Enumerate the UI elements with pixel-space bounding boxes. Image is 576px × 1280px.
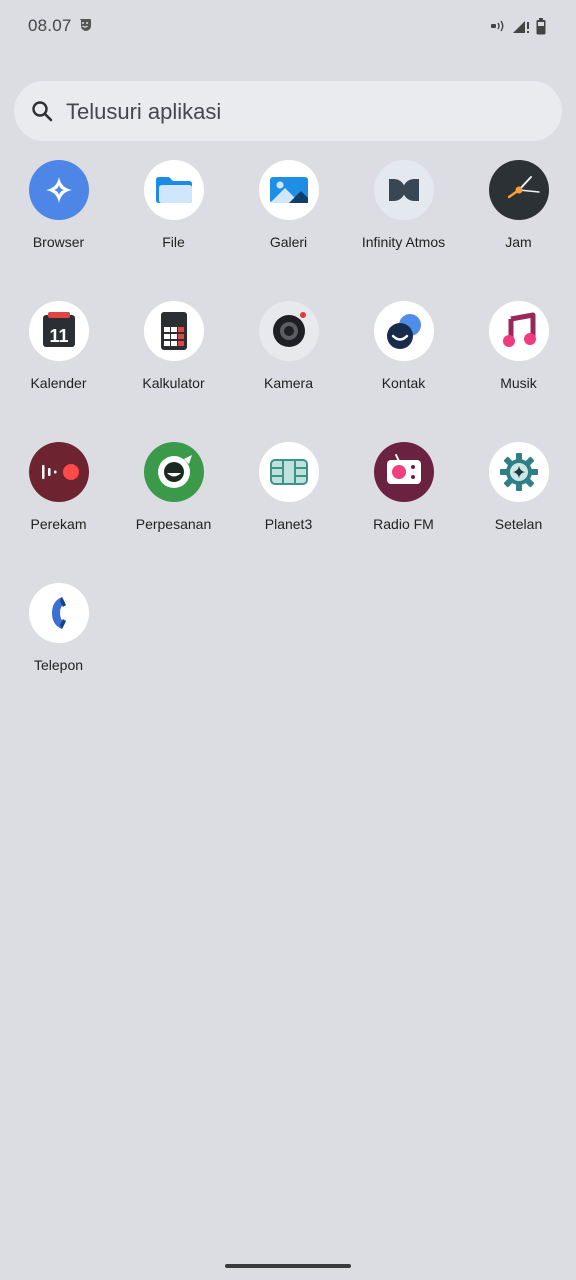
nfc-icon (491, 20, 504, 32)
app-label: Perpesanan (135, 516, 212, 532)
app-musik[interactable]: Musik (461, 301, 576, 421)
app-file[interactable]: File (116, 160, 231, 280)
app-infinity-atmos[interactable]: Infinity Atmos (346, 160, 461, 280)
camera-icon (258, 301, 319, 361)
radio-icon (373, 442, 434, 502)
calendar-day: 11 (49, 326, 68, 346)
app-perpesanan[interactable]: Perpesanan (116, 442, 231, 562)
app-label: File (162, 234, 185, 250)
app-kontak[interactable]: Kontak (346, 301, 461, 421)
app-kalkulator[interactable]: Kalkulator (116, 301, 231, 421)
music-icon (488, 301, 549, 361)
app-label: Telepon (33, 657, 84, 673)
app-label: Setelan (494, 516, 543, 532)
app-label: Kalender (30, 375, 87, 391)
sim-card-icon (258, 442, 319, 502)
search-bar[interactable]: Telusuri aplikasi (14, 81, 562, 141)
app-label: Kontak (381, 375, 426, 391)
app-label: Infinity Atmos (361, 234, 446, 250)
app-kalender[interactable]: 11 Kalender (1, 301, 116, 421)
app-browser[interactable]: Browser (1, 160, 116, 280)
app-label: Planet3 (264, 516, 313, 532)
app-label: Perekam (30, 516, 87, 532)
app-perekam[interactable]: Perekam (1, 442, 116, 562)
dolby-atmos-icon (373, 160, 434, 220)
app-kamera[interactable]: Kamera (231, 301, 346, 421)
app-setelan[interactable]: Setelan (461, 442, 576, 562)
gesture-nav-handle[interactable] (225, 1264, 351, 1268)
contacts-icon (373, 301, 434, 361)
status-bar: 08.07 (0, 0, 576, 52)
app-label: Kalkulator (142, 375, 205, 391)
calculator-icon (143, 301, 204, 361)
system-icons (490, 16, 546, 36)
recorder-icon (28, 442, 89, 502)
files-icon (143, 160, 204, 220)
search-icon (32, 101, 53, 122)
app-label: Kamera (263, 375, 314, 391)
app-radio-fm[interactable]: Radio FM (346, 442, 461, 562)
browser-icon (28, 160, 89, 220)
app-jam[interactable]: Jam (461, 160, 576, 280)
app-label: Jam (505, 234, 532, 250)
smiley-notification-icon (80, 19, 91, 31)
app-label: Galeri (269, 234, 308, 250)
battery-icon (536, 17, 546, 34)
status-time: 08.07 (28, 16, 72, 35)
app-label: Musik (500, 375, 537, 391)
calendar-icon: 11 (28, 301, 89, 361)
app-galeri[interactable]: Galeri (231, 160, 346, 280)
signal-icon (513, 21, 529, 33)
app-label: Radio FM (373, 516, 434, 532)
messaging-icon (143, 442, 204, 502)
app-planet3[interactable]: Planet3 (231, 442, 346, 562)
settings-icon (488, 442, 549, 502)
clock-icon (488, 160, 549, 220)
phone-icon (28, 583, 89, 643)
search-placeholder: Telusuri aplikasi (66, 99, 222, 124)
app-telepon[interactable]: Telepon (1, 583, 116, 703)
gallery-icon (258, 160, 319, 220)
app-label: Browser (32, 234, 85, 250)
